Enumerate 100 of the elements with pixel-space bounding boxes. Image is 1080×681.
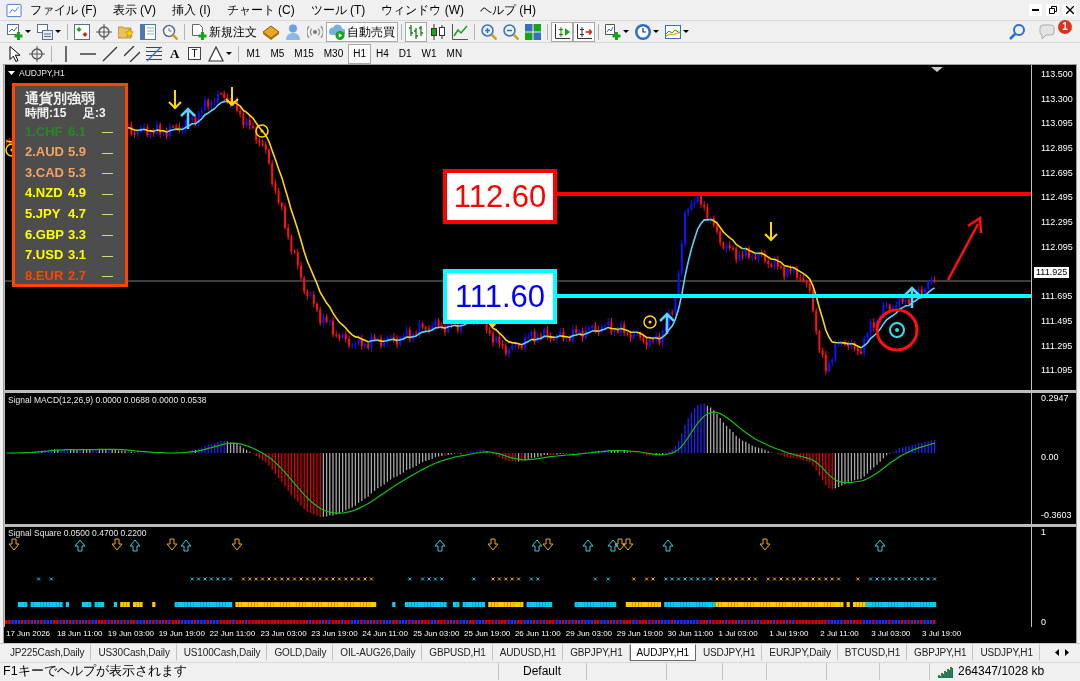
time-label: 1 Jul 03:00 <box>718 629 758 638</box>
toolbar-button[interactable] <box>121 43 143 64</box>
time-label: 24 Jun 11:00 <box>362 629 408 638</box>
time-label: 25 Jun 19:00 <box>464 629 511 638</box>
cloud-play-icon <box>329 23 345 40</box>
vertical-line-icon <box>65 45 67 62</box>
label-tool-button[interactable]: T <box>188 47 201 60</box>
chart-tab[interactable]: JP225Cash,Daily <box>3 644 92 661</box>
triangle-icon <box>207 45 224 62</box>
time-label: 29 Jun 03:00 <box>565 629 613 638</box>
menu-item[interactable]: 挿入 (I) <box>164 1 219 19</box>
horizontal-line-icon <box>80 52 96 55</box>
person-icon <box>285 23 301 40</box>
status-text: F1キーでヘルプが表示されます <box>3 664 187 678</box>
menu-item[interactable]: ウィンドウ (W) <box>373 1 472 19</box>
time-label: 23 Jun 19:00 <box>311 629 358 638</box>
triangle-left-icon <box>1055 649 1059 656</box>
windows-icon <box>37 23 53 40</box>
time-label: 3 Jul 03:00 <box>871 629 911 638</box>
axis-label: 112.695 <box>1041 167 1073 178</box>
menu-item[interactable]: ファイル (F) <box>22 1 105 19</box>
restore-icon <box>1048 6 1057 14</box>
zoom-in-icon <box>481 23 497 40</box>
bar-chart-icon <box>408 23 424 40</box>
chart-tab[interactable]: GBPJPY,H1 <box>907 644 974 661</box>
time-label: 18 Jun 11:00 <box>56 629 103 638</box>
indicator-title: Signal Square 0.0500 0.4700 0.2200 <box>8 528 147 538</box>
caret-icon <box>653 30 659 33</box>
time-label: 26 Jun 11:00 <box>514 629 561 638</box>
trend-line-icon <box>102 45 118 62</box>
indicator-title: Signal MACD(12,26,9) 0.0000 0.0688 0.0000 0.0538 <box>8 395 207 405</box>
chart-tab[interactable]: USDJPY,H1 <box>695 644 763 661</box>
window-icon <box>140 23 156 40</box>
menu-item[interactable]: ツール (T) <box>302 1 374 19</box>
clock-icon <box>635 23 651 40</box>
chart-tab[interactable]: GBPJPY,H1 <box>563 644 630 661</box>
minimize-icon <box>1032 9 1039 11</box>
timeframe-button[interactable]: W1 <box>416 43 442 64</box>
time-label: 2 Jul 11:00 <box>820 629 859 638</box>
timeframe-button[interactable]: H1 <box>348 43 371 64</box>
chart-tab[interactable]: BTCUSD,H1 <box>837 644 908 661</box>
timeframe-button[interactable]: M30 <box>318 43 349 64</box>
menu-item[interactable]: 表示 (V) <box>104 1 164 19</box>
axis-arrow-icon <box>554 23 570 40</box>
document-plus-icon <box>191 23 207 40</box>
time-label: 1 Jul 19:00 <box>769 629 809 638</box>
timeframe-button[interactable]: M15 <box>289 43 319 64</box>
axis-label: 0.2947 <box>1041 393 1069 403</box>
axis-label: 1 <box>1041 527 1046 537</box>
toolbar-button[interactable] <box>449 21 471 42</box>
candlestick-icon <box>430 23 446 40</box>
close-button[interactable] <box>1063 4 1076 16</box>
chart-tab[interactable]: OIL-AUG26,Daily <box>333 644 423 661</box>
toolbar-button[interactable] <box>551 21 573 42</box>
time-label: 22 Jun 11:00 <box>209 629 256 638</box>
magnifier-icon <box>162 23 178 40</box>
chart-frame-icon <box>665 23 681 40</box>
close-icon <box>1065 6 1074 14</box>
auto-trading-button[interactable]: 自動売買 <box>326 21 398 42</box>
toolbar-button[interactable] <box>573 21 595 42</box>
axis-label: 112.895 <box>1041 143 1073 154</box>
search-icon <box>1009 23 1025 40</box>
restore-button[interactable] <box>1046 4 1059 16</box>
axis-label: 113.500 <box>1041 69 1073 79</box>
chart-tab[interactable]: US100Cash,Daily <box>176 644 268 661</box>
menu-item[interactable]: チャート (C) <box>218 1 303 19</box>
chart-tab[interactable]: GBPUSD,H1 <box>422 644 493 661</box>
chart-tab[interactable]: GOLD,Daily <box>267 644 334 661</box>
axis-shift-icon <box>576 23 592 40</box>
axis-label: 0.00 <box>1041 451 1059 462</box>
timeframe-button[interactable]: D1 <box>393 43 417 64</box>
chart-tab[interactable]: AUDJPY,H1 <box>629 644 696 661</box>
axis-label: 113.095 <box>1041 118 1073 129</box>
current-price-label: 111.925 <box>1034 266 1070 278</box>
timeframe-button[interactable]: M1 <box>241 43 266 64</box>
crosshair-icon <box>29 45 45 62</box>
zoom-out-icon <box>503 23 519 40</box>
timeframe-button[interactable]: H4 <box>371 43 394 64</box>
time-label: 25 Jun 03:00 <box>413 629 460 638</box>
chart-tab[interactable]: US30Cash,Daily <box>91 644 177 661</box>
crosshair-icon <box>96 23 112 40</box>
chart-tab[interactable]: AUDUSD,H1 <box>492 644 564 661</box>
folder-star-icon <box>118 23 134 40</box>
timeframe-button[interactable]: MN <box>441 43 468 64</box>
text-tool-button[interactable]: A <box>165 43 185 64</box>
rhombus-icon <box>263 23 279 40</box>
caret-icon <box>25 30 31 33</box>
axis-label: 112.295 <box>1041 217 1073 228</box>
minimize-button[interactable] <box>1029 4 1042 16</box>
axis-label: 111.695 <box>1041 291 1073 302</box>
fibonacci-icon <box>146 45 162 62</box>
new-order-button[interactable]: 新規注文 <box>188 21 260 42</box>
toolbar-button[interactable] <box>602 21 632 42</box>
chart-tab[interactable]: USDJPY,H1 <box>973 644 1040 661</box>
menu-item[interactable]: ヘルプ (H) <box>472 1 544 19</box>
triangle-right-icon <box>1065 649 1069 656</box>
axis-label: 113.300 <box>1041 93 1073 104</box>
chart-tab[interactable]: EURJPY,Daily <box>762 644 838 661</box>
signal-bars-icon <box>938 665 954 678</box>
timeframe-button[interactable]: M5 <box>265 43 290 64</box>
